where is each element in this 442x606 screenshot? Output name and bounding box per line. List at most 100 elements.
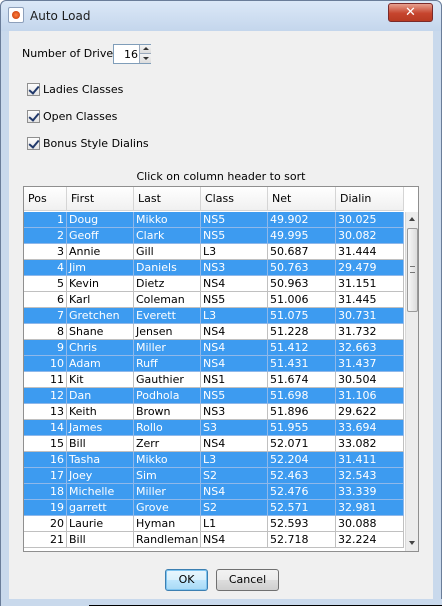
cell-last[interactable]: Daniels bbox=[134, 260, 201, 276]
cell-first[interactable]: Annie bbox=[67, 244, 134, 260]
cell-pos[interactable]: 20 bbox=[24, 516, 67, 532]
cell-first[interactable]: Dan bbox=[67, 388, 134, 404]
cell-dialin[interactable]: 31.106 bbox=[336, 388, 404, 404]
table-row[interactable]: 15 Bill Zerr NS4 52.071 33.082 bbox=[24, 436, 404, 452]
cell-last[interactable]: Hyman bbox=[134, 516, 201, 532]
cell-first[interactable]: Tasha bbox=[67, 452, 134, 468]
cancel-button[interactable]: Cancel bbox=[216, 569, 279, 591]
cell-net[interactable]: 51.955 bbox=[268, 420, 336, 436]
table-row[interactable]: 5 Kevin Dietz NS4 50.963 31.151 bbox=[24, 276, 404, 292]
table-row[interactable]: 8 Shane Jensen NS4 51.228 31.732 bbox=[24, 324, 404, 340]
cell-dialin[interactable]: 32.981 bbox=[336, 500, 404, 516]
cell-dialin[interactable]: 31.445 bbox=[336, 292, 404, 308]
cell-class[interactable]: NS5 bbox=[201, 228, 268, 244]
table-row[interactable]: 6 Karl Coleman NS5 51.006 31.445 bbox=[24, 292, 404, 308]
bonus-style-dialins-label[interactable]: Bonus Style Dialins bbox=[43, 137, 149, 150]
cell-net[interactable]: 51.412 bbox=[268, 340, 336, 356]
table-row[interactable]: 2 Geoff Clark NS5 49.995 30.082 bbox=[24, 228, 404, 244]
cell-pos[interactable]: 11 bbox=[24, 372, 67, 388]
column-header-net[interactable]: Net bbox=[268, 187, 336, 211]
cell-first[interactable]: Joey bbox=[67, 468, 134, 484]
cell-pos[interactable]: 1 bbox=[24, 212, 67, 228]
cell-first[interactable]: Michelle bbox=[67, 484, 134, 500]
cell-pos[interactable]: 7 bbox=[24, 308, 67, 324]
cell-class[interactable]: NS4 bbox=[201, 276, 268, 292]
cell-dialin[interactable]: 33.082 bbox=[336, 436, 404, 452]
table-row[interactable]: 14 James Rollo S3 51.955 33.694 bbox=[24, 420, 404, 436]
table-row[interactable]: 18 Michelle Miller NS4 52.476 33.339 bbox=[24, 484, 404, 500]
cell-last[interactable]: Clark bbox=[134, 228, 201, 244]
cell-last[interactable]: Coleman bbox=[134, 292, 201, 308]
cell-last[interactable]: Zerr bbox=[134, 436, 201, 452]
ladies-classes-label[interactable]: Ladies Classes bbox=[43, 83, 123, 96]
cell-pos[interactable]: 21 bbox=[24, 532, 67, 548]
cell-first[interactable]: Geoff bbox=[67, 228, 134, 244]
cell-net[interactable]: 51.075 bbox=[268, 308, 336, 324]
cell-pos[interactable]: 4 bbox=[24, 260, 67, 276]
cell-net[interactable]: 51.006 bbox=[268, 292, 336, 308]
cell-class[interactable]: S2 bbox=[201, 468, 268, 484]
cell-dialin[interactable]: 31.444 bbox=[336, 244, 404, 260]
column-header-pos[interactable]: Pos bbox=[24, 187, 67, 211]
table-row[interactable]: 21 Bill Randleman NS4 52.718 32.224 bbox=[24, 532, 404, 548]
cell-net[interactable]: 52.204 bbox=[268, 452, 336, 468]
cell-last[interactable]: Ruff bbox=[134, 356, 201, 372]
cell-last[interactable]: Everett bbox=[134, 308, 201, 324]
checkmark-icon[interactable] bbox=[27, 83, 40, 96]
cell-last[interactable]: Gill bbox=[134, 244, 201, 260]
table-row[interactable]: 4 Jim Daniels NS3 50.763 29.479 bbox=[24, 260, 404, 276]
cell-class[interactable]: L3 bbox=[201, 244, 268, 260]
cell-class[interactable]: L1 bbox=[201, 516, 268, 532]
cell-net[interactable]: 52.463 bbox=[268, 468, 336, 484]
cell-dialin[interactable]: 31.151 bbox=[336, 276, 404, 292]
cell-class[interactable]: NS5 bbox=[201, 212, 268, 228]
cell-first[interactable]: James bbox=[67, 420, 134, 436]
cell-net[interactable]: 49.995 bbox=[268, 228, 336, 244]
column-header-class[interactable]: Class bbox=[201, 187, 268, 211]
cell-net[interactable]: 52.071 bbox=[268, 436, 336, 452]
cell-dialin[interactable]: 33.694 bbox=[336, 420, 404, 436]
cell-dialin[interactable]: 29.622 bbox=[336, 404, 404, 420]
cell-last[interactable]: Podhola bbox=[134, 388, 201, 404]
cell-pos[interactable]: 3 bbox=[24, 244, 67, 260]
cell-first[interactable]: Bill bbox=[67, 532, 134, 548]
cell-first[interactable]: Bill bbox=[67, 436, 134, 452]
cell-class[interactable]: NS5 bbox=[201, 388, 268, 404]
column-header-last[interactable]: Last bbox=[134, 187, 201, 211]
cell-net[interactable]: 52.718 bbox=[268, 532, 336, 548]
spinner-down-arrow-icon[interactable] bbox=[139, 54, 151, 63]
cell-class[interactable]: NS4 bbox=[201, 340, 268, 356]
cell-class[interactable]: NS3 bbox=[201, 404, 268, 420]
cell-pos[interactable]: 2 bbox=[24, 228, 67, 244]
checkmark-icon[interactable] bbox=[27, 110, 40, 123]
table-row[interactable]: 7 Gretchen Everett L3 51.075 30.731 bbox=[24, 308, 404, 324]
cell-class[interactable]: NS5 bbox=[201, 292, 268, 308]
cell-last[interactable]: Mikko bbox=[134, 212, 201, 228]
table-row[interactable]: 12 Dan Podhola NS5 51.698 31.106 bbox=[24, 388, 404, 404]
cell-dialin[interactable]: 31.437 bbox=[336, 356, 404, 372]
cell-dialin[interactable]: 33.339 bbox=[336, 484, 404, 500]
table-row[interactable]: 19 garrett Grove S2 52.571 32.981 bbox=[24, 500, 404, 516]
cell-first[interactable]: Kevin bbox=[67, 276, 134, 292]
cell-first[interactable]: Adam bbox=[67, 356, 134, 372]
table-row[interactable]: 13 Keith Brown NS3 51.896 29.622 bbox=[24, 404, 404, 420]
cell-net[interactable]: 51.674 bbox=[268, 372, 336, 388]
table-row[interactable]: 3 Annie Gill L3 50.687 31.444 bbox=[24, 244, 404, 260]
cell-first[interactable]: Karl bbox=[67, 292, 134, 308]
cell-net[interactable]: 52.571 bbox=[268, 500, 336, 516]
cell-first[interactable]: Doug bbox=[67, 212, 134, 228]
cell-net[interactable]: 51.228 bbox=[268, 324, 336, 340]
cell-class[interactable]: L3 bbox=[201, 308, 268, 324]
cell-net[interactable]: 51.698 bbox=[268, 388, 336, 404]
cell-class[interactable]: NS4 bbox=[201, 484, 268, 500]
cell-dialin[interactable]: 31.411 bbox=[336, 452, 404, 468]
cell-last[interactable]: Rollo bbox=[134, 420, 201, 436]
cell-last[interactable]: Sim bbox=[134, 468, 201, 484]
title-bar[interactable]: Auto Load ✕ bbox=[1, 1, 441, 31]
cell-net[interactable]: 52.593 bbox=[268, 516, 336, 532]
cell-dialin[interactable]: 31.732 bbox=[336, 324, 404, 340]
cell-pos[interactable]: 10 bbox=[24, 356, 67, 372]
cell-net[interactable]: 50.687 bbox=[268, 244, 336, 260]
table-row[interactable]: 16 Tasha Mikko L3 52.204 31.411 bbox=[24, 452, 404, 468]
cell-last[interactable]: Randleman bbox=[134, 532, 201, 548]
